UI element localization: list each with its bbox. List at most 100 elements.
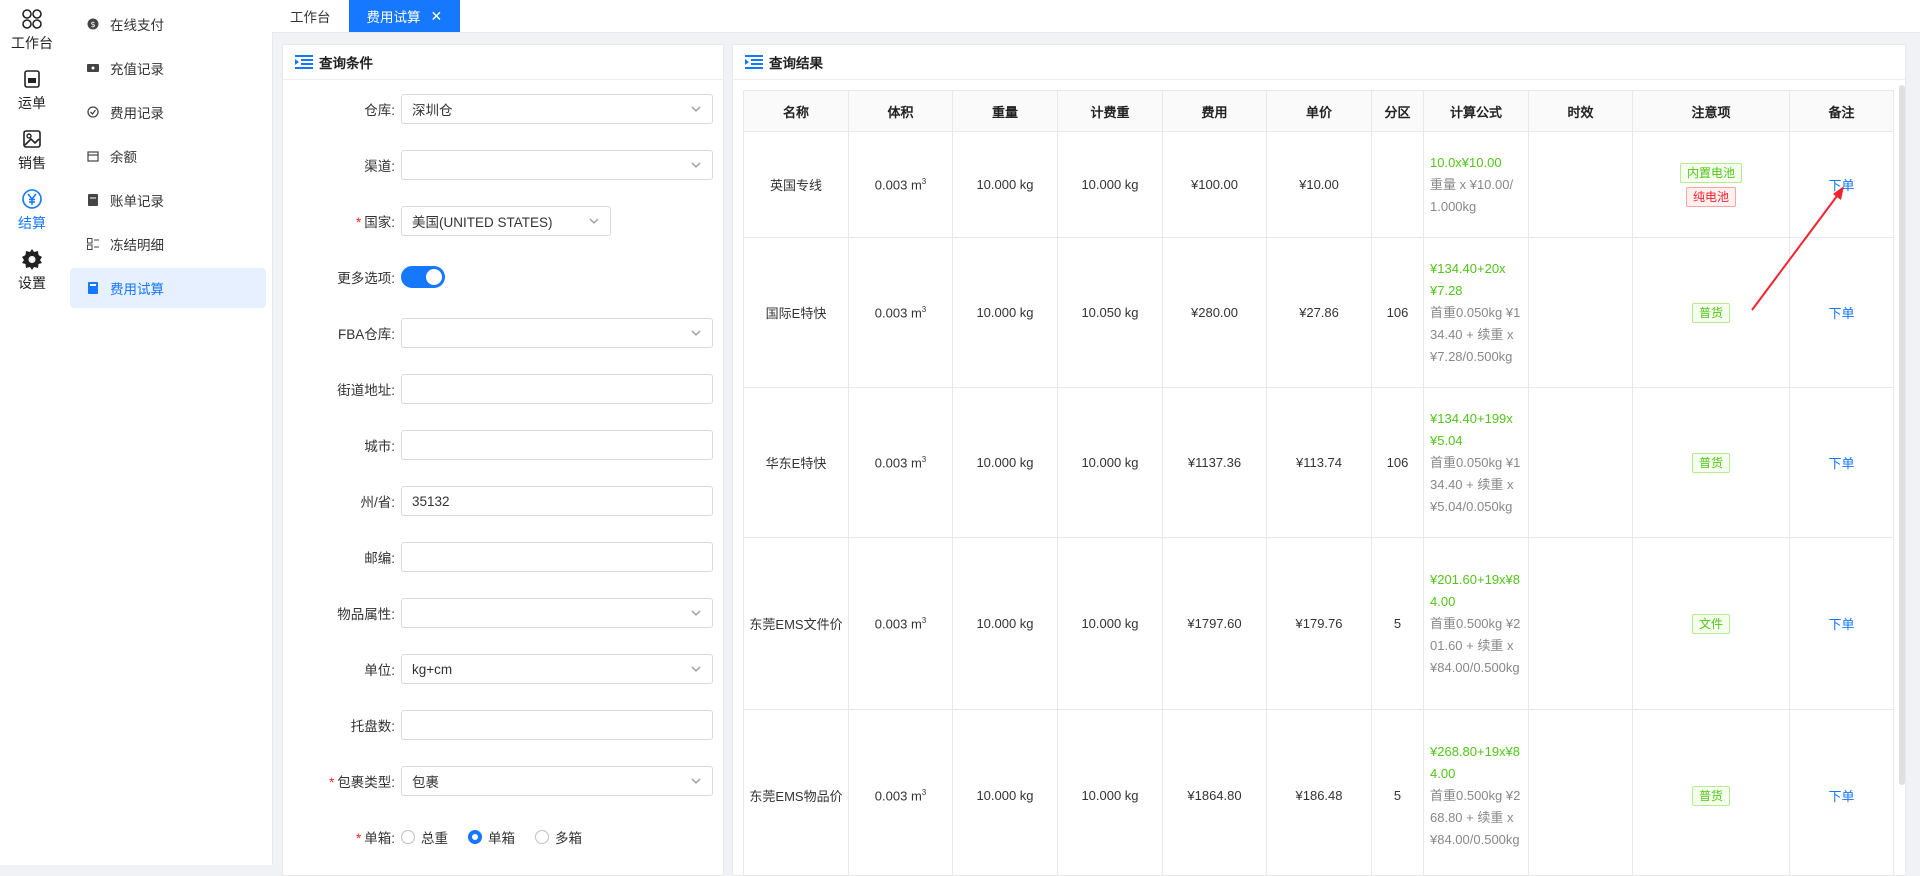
sidebar-item-balance[interactable]: 余额 [70, 136, 266, 176]
unit-select[interactable]: kg+cm [401, 654, 713, 684]
sidebar-item-online-pay[interactable]: $ 在线支付 [70, 4, 266, 44]
sidebar-item-label: 余额 [110, 146, 137, 166]
rail-item-workbench[interactable]: 工作台 [0, 0, 64, 60]
check-circle-icon [86, 105, 100, 119]
cell-unit-price: ¥113.74 [1267, 388, 1372, 538]
formula-detail: 首重0.500kg ¥201.60 + 续重 x ¥84.00/0.500kg [1430, 613, 1522, 679]
calculator-icon [86, 281, 100, 295]
column-header: 单价 [1267, 91, 1372, 132]
sidebar-item-label: 在线支付 [110, 14, 164, 34]
panel-title: 查询结果 [769, 52, 823, 72]
channel-select[interactable] [401, 150, 713, 180]
form-row-unit: 单位: kg+cm [283, 652, 713, 686]
radio-multi-box[interactable]: 多箱 [535, 827, 582, 847]
sidebar-item-label: 费用试算 [110, 278, 164, 298]
radio-single-box[interactable]: 单箱 [468, 827, 515, 847]
sales-icon [20, 127, 44, 151]
column-header: 费用 [1163, 91, 1267, 132]
sidebar-item-fee-trial[interactable]: 费用试算 [70, 268, 266, 308]
volume-exp: 3 [922, 616, 926, 625]
volume-value: 0.003 [875, 788, 908, 803]
state-input[interactable]: 35132 [401, 486, 713, 516]
form-row-channel: 渠道: [283, 148, 713, 182]
item-attr-select[interactable] [401, 598, 713, 628]
tab-bar: 工作台 费用试算✕ [272, 0, 1920, 33]
pallet-input[interactable] [401, 710, 713, 740]
rail-label: 运单 [18, 93, 46, 113]
close-icon[interactable]: ✕ [431, 8, 443, 25]
pay-icon: $ [86, 17, 100, 31]
chevron-down-icon [690, 159, 702, 171]
street-input[interactable] [401, 374, 713, 404]
cell-name: 国际E特快 [744, 238, 849, 388]
tab-fee-trial[interactable]: 费用试算✕ [349, 0, 461, 32]
select-value: 美国(UNITED STATES) [412, 211, 553, 231]
rail-item-sales[interactable]: 销售 [0, 120, 64, 180]
cell-zone [1372, 132, 1424, 238]
cell-charge-weight: 10.000 kg [1058, 710, 1163, 876]
rail-item-settings[interactable]: 设置 [0, 240, 64, 300]
formula-detail: 重量 x ¥10.00/1.000kg [1430, 174, 1522, 218]
form-row-package: *包裹类型: 包裹 [283, 764, 713, 798]
cell-charge-weight: 10.000 kg [1058, 388, 1163, 538]
cell-remark: 下单 [1790, 538, 1894, 710]
cell-charge-weight: 10.000 kg [1058, 538, 1163, 710]
cell-timeliness [1529, 388, 1633, 538]
cell-name: 东莞EMS物品价 [744, 710, 849, 876]
field-label: 渠道: [283, 155, 401, 175]
fba-select[interactable] [401, 318, 713, 348]
form-row-fba: FBA仓库: [283, 316, 713, 350]
table-row: 华东E特快0.003 m310.000 kg10.000 kg¥1137.36¥… [744, 388, 1894, 538]
volume-value: 0.003 [875, 177, 908, 192]
volume-unit: m [911, 177, 922, 192]
chevron-down-icon [690, 103, 702, 115]
note-tag: 内置电池 [1680, 163, 1742, 183]
form-row-attr: 物品属性: [283, 596, 713, 630]
cell-zone: 5 [1372, 538, 1424, 710]
sidebar-item-frozen[interactable]: 冻结明细 [70, 224, 266, 264]
settlement-icon [20, 187, 44, 211]
panel-title: 查询条件 [319, 52, 373, 72]
city-input[interactable] [401, 430, 713, 460]
sidebar-item-label: 费用记录 [110, 102, 164, 122]
place-order-link[interactable]: 下单 [1828, 789, 1854, 804]
package-type-select[interactable]: 包裹 [401, 766, 713, 796]
cell-formula: ¥268.80+19x¥84.00首重0.500kg ¥268.80 + 续重 … [1424, 710, 1529, 876]
volume-unit: m [911, 788, 922, 803]
cell-timeliness [1529, 538, 1633, 710]
cell-volume: 0.003 m3 [849, 238, 953, 388]
field-label: 城市: [283, 435, 401, 455]
rail-item-settlement[interactable]: 结算 [0, 180, 64, 240]
sidebar-item-bill[interactable]: 账单记录 [70, 180, 266, 220]
cell-remark: 下单 [1790, 388, 1894, 538]
sidebar-item-recharge[interactable]: 充值记录 [70, 48, 266, 88]
toggle-knob [426, 269, 442, 285]
cell-unit-price: ¥186.48 [1267, 710, 1372, 876]
sidebar: $ 在线支付 充值记录 费用记录 余额 账单记录 冻结明细 费用试算 [64, 0, 273, 865]
cell-fee: ¥1864.80 [1163, 710, 1267, 876]
cell-charge-weight: 10.000 kg [1058, 132, 1163, 238]
cell-formula: ¥201.60+19x¥84.00首重0.500kg ¥201.60 + 续重 … [1424, 538, 1529, 710]
form-row-warehouse: 仓库: 深圳仓 [283, 92, 713, 126]
tab-workbench[interactable]: 工作台 [272, 0, 349, 32]
vertical-scrollbar[interactable] [1899, 85, 1905, 785]
cell-formula: ¥134.40+20x¥7.28首重0.050kg ¥134.40 + 续重 x… [1424, 238, 1529, 388]
cell-notes: 普货 [1633, 388, 1790, 538]
zip-input[interactable] [401, 542, 713, 572]
warehouse-select[interactable]: 深圳仓 [401, 94, 713, 124]
cell-weight: 10.000 kg [953, 238, 1058, 388]
radio-total-weight[interactable]: 总重 [401, 827, 448, 847]
table-row: 东莞EMS物品价0.003 m310.000 kg10.000 kg¥1864.… [744, 710, 1894, 876]
sidebar-item-fee-record[interactable]: 费用记录 [70, 92, 266, 132]
place-order-link[interactable]: 下单 [1828, 617, 1854, 632]
country-select[interactable]: 美国(UNITED STATES) [401, 206, 611, 236]
form-row-pallet: 托盘数: [283, 708, 713, 742]
volume-value: 0.003 [875, 305, 908, 320]
place-order-link[interactable]: 下单 [1828, 456, 1854, 471]
more-options-toggle[interactable] [401, 266, 445, 288]
volume-exp: 3 [922, 455, 926, 464]
column-header: 注意项 [1633, 91, 1790, 132]
cell-fee: ¥280.00 [1163, 238, 1267, 388]
rail-label: 设置 [18, 273, 46, 293]
rail-item-waybill[interactable]: 运单 [0, 60, 64, 120]
